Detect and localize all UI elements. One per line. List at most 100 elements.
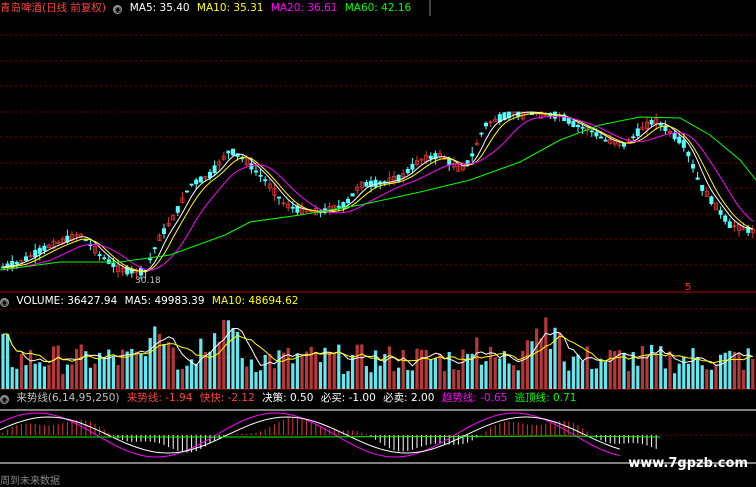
candle-body bbox=[681, 140, 686, 148]
indicator-v2: 快快: -2.12 bbox=[199, 392, 255, 404]
volume-bar bbox=[79, 344, 83, 389]
price-chart-panel[interactable]: 青岛啤酒(日线 前复权) ◉ MA5: 35.40 MA10: 35.31 MA… bbox=[0, 0, 756, 293]
volume-bar bbox=[355, 344, 359, 389]
volume-bar bbox=[309, 346, 313, 389]
volume-bar bbox=[452, 369, 456, 389]
price-header: 青岛啤酒(日线 前复权) ◉ MA5: 35.40 MA10: 35.31 MA… bbox=[0, 0, 415, 16]
volume-bar bbox=[705, 369, 709, 389]
candle-body bbox=[447, 158, 452, 165]
volume-bar bbox=[328, 352, 332, 389]
indicator-panel[interactable]: ◉ 来势线(6,14,95,250) 来势线: -1.94 快快: -2.12 … bbox=[0, 390, 756, 487]
candle-body bbox=[364, 182, 369, 187]
candle-body bbox=[152, 247, 157, 250]
candle-body bbox=[410, 164, 415, 170]
volume-bar bbox=[254, 372, 258, 389]
candle-body bbox=[686, 151, 691, 157]
low-price-label: 30.18 bbox=[135, 276, 161, 286]
volume-bar bbox=[751, 358, 755, 389]
volume-bar bbox=[659, 346, 663, 389]
volume-bar bbox=[668, 351, 672, 389]
volume-bar bbox=[714, 365, 718, 389]
candle-body bbox=[483, 122, 488, 127]
volume-bar bbox=[29, 350, 33, 389]
volume-bar bbox=[617, 350, 621, 389]
volume-bar bbox=[162, 343, 166, 389]
candle-body bbox=[373, 179, 378, 188]
candle-body bbox=[161, 228, 166, 234]
volume-bar bbox=[47, 364, 51, 389]
volume-bar bbox=[512, 365, 516, 389]
candle-body bbox=[290, 206, 295, 209]
volume-bar bbox=[700, 365, 704, 389]
volume-bar bbox=[203, 351, 207, 389]
stock-title: 青岛啤酒(日线 前复权) bbox=[0, 2, 107, 14]
candle-body bbox=[184, 190, 189, 193]
indicator-settings-icon[interactable]: ◉ bbox=[0, 395, 9, 404]
volume-bar bbox=[236, 331, 240, 389]
volume-bar bbox=[429, 359, 433, 389]
volume-bar bbox=[295, 354, 299, 389]
volume-bar bbox=[654, 353, 658, 389]
volume-panel[interactable]: ◉ VOLUME: 36427.94 MA5: 49983.39 MA10: 4… bbox=[0, 293, 756, 390]
candle-body bbox=[14, 261, 19, 264]
candle-body bbox=[350, 193, 355, 197]
volume-bar bbox=[673, 373, 677, 389]
volume-bar bbox=[167, 341, 171, 389]
volume-bar bbox=[70, 364, 74, 389]
volume-bar bbox=[576, 354, 580, 389]
volume-bar bbox=[645, 354, 649, 389]
volume-bar bbox=[424, 349, 428, 389]
volume-bar bbox=[24, 365, 28, 389]
volume-bar bbox=[438, 353, 442, 389]
ma20-value: MA20: 36.61 bbox=[270, 2, 338, 14]
volume-ma5-line bbox=[3, 327, 753, 367]
candle-body bbox=[589, 130, 594, 133]
candle-body bbox=[677, 136, 682, 144]
watermark: www.7gpzb.com bbox=[628, 456, 748, 471]
volume-bar bbox=[194, 363, 198, 389]
ma60-value: MA60: 42.16 bbox=[344, 2, 412, 14]
volume-bar bbox=[420, 349, 424, 389]
candle-body bbox=[635, 128, 640, 136]
volume-bar bbox=[562, 361, 566, 389]
candle-body bbox=[571, 120, 576, 128]
volume-bar bbox=[383, 354, 387, 389]
candle-body bbox=[649, 119, 654, 125]
volume-bar bbox=[346, 371, 350, 389]
volume-bar bbox=[728, 350, 732, 389]
volume-bar bbox=[1, 334, 5, 389]
volume-bar bbox=[719, 354, 723, 389]
candle-body bbox=[23, 256, 28, 261]
volume-bar bbox=[709, 369, 713, 389]
volume-bar bbox=[742, 369, 746, 389]
volume-bar bbox=[337, 344, 341, 389]
volume-bar bbox=[300, 356, 304, 389]
volume-bar bbox=[10, 367, 14, 389]
candlestick-chart[interactable]: 30.18 5 bbox=[0, 0, 756, 293]
candle-body bbox=[727, 221, 732, 228]
settings-circle-icon[interactable]: ◉ bbox=[113, 5, 123, 14]
volume-bar bbox=[88, 367, 92, 389]
candle-body bbox=[253, 170, 258, 173]
volume-bar bbox=[42, 366, 46, 389]
candle-body bbox=[700, 184, 705, 191]
volume-bar bbox=[6, 334, 10, 389]
volume-bar bbox=[148, 338, 152, 389]
ma60-line bbox=[0, 116, 756, 271]
footer-text: 周到未来数据 bbox=[0, 476, 60, 487]
candle-body bbox=[695, 177, 700, 180]
volume-bar bbox=[33, 363, 37, 389]
volume-bar bbox=[539, 338, 543, 389]
volume-bar bbox=[686, 363, 690, 389]
volume-bar bbox=[378, 365, 382, 389]
candle-body bbox=[622, 142, 627, 147]
volume-bar bbox=[521, 350, 525, 389]
volume-settings-icon[interactable]: ◉ bbox=[0, 298, 9, 307]
candle-body bbox=[33, 249, 38, 258]
volume-bar bbox=[75, 349, 79, 389]
volume-bar bbox=[318, 362, 322, 389]
candle-body bbox=[42, 245, 47, 251]
volume-bar bbox=[599, 358, 603, 389]
volume-bar bbox=[222, 319, 226, 389]
volume-value: VOLUME: 36427.94 bbox=[16, 295, 118, 307]
